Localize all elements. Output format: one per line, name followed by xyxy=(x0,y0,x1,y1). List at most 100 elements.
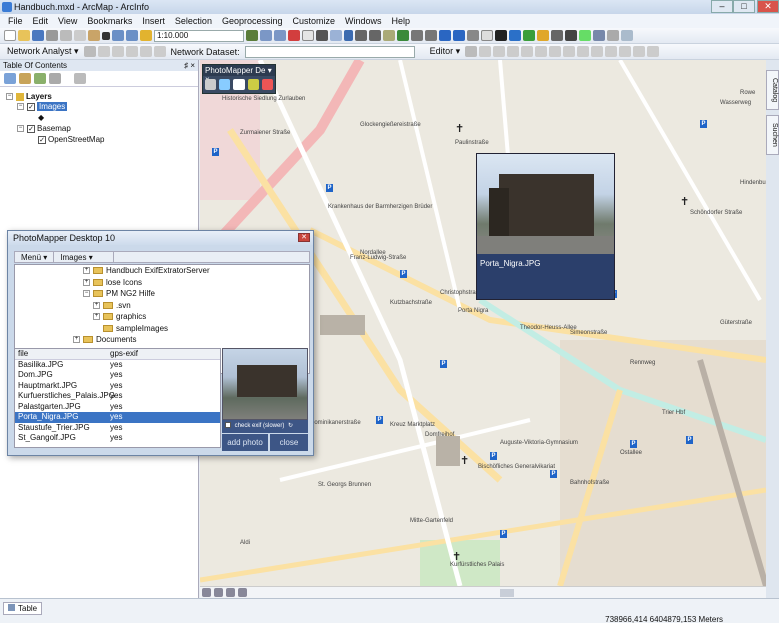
cut-icon[interactable] xyxy=(60,30,72,41)
paste-icon[interactable] xyxy=(88,30,100,41)
menu-bookmarks[interactable]: Bookmarks xyxy=(83,14,138,28)
expand-toggle[interactable]: − xyxy=(83,290,90,298)
fixed-zoom-in-icon[interactable] xyxy=(411,30,423,41)
file-row[interactable]: Hauptmarkt.JPG yes xyxy=(15,381,220,392)
time-slider-icon[interactable] xyxy=(607,30,619,41)
pause-drawing-icon[interactable] xyxy=(238,588,247,597)
dialog-menu-button[interactable]: Menü ▾ xyxy=(15,252,55,262)
expand-toggle[interactable]: + xyxy=(83,267,90,275)
forward-extent-icon[interactable] xyxy=(453,30,465,41)
horizontal-scrollbar-thumb[interactable] xyxy=(500,589,514,597)
dialog-close-icon[interactable]: ✕ xyxy=(298,233,310,242)
menu-view[interactable]: View xyxy=(54,14,83,28)
file-row[interactable]: Basilika.JPG yes xyxy=(15,360,220,371)
folder-item[interactable]: + .svn xyxy=(15,300,309,312)
table-of-contents-icon[interactable] xyxy=(260,30,272,41)
html-popup-icon[interactable] xyxy=(537,30,549,41)
openstreetmap-layer-label[interactable]: OpenStreetMap xyxy=(48,135,104,144)
new-network-analysis-icon[interactable] xyxy=(83,46,96,57)
select-elements-icon[interactable] xyxy=(495,30,507,41)
zoom-in-icon[interactable] xyxy=(355,30,367,41)
folder-item[interactable]: + Documents xyxy=(15,334,309,346)
add-photo-button[interactable]: add photo xyxy=(222,434,268,451)
directions-icon[interactable] xyxy=(153,46,166,57)
basemap-layer-label[interactable]: Basemap xyxy=(37,124,71,133)
help-icon[interactable] xyxy=(344,30,353,41)
hyperlink-icon[interactable] xyxy=(523,30,535,41)
network-analyst-window-icon[interactable] xyxy=(97,46,110,57)
folder-item[interactable]: − PM NG2 Hilfe xyxy=(15,288,309,300)
end-point-arc-icon[interactable] xyxy=(507,46,520,57)
list-by-source-icon[interactable] xyxy=(19,73,31,84)
minimize-button[interactable]: – xyxy=(711,0,733,13)
basemap-visibility-checkbox[interactable]: ✓ xyxy=(27,124,35,133)
menu-windows[interactable]: Windows xyxy=(341,14,388,28)
menu-help[interactable]: Help xyxy=(388,14,417,28)
col-file-header[interactable]: file xyxy=(18,349,110,359)
add-data-icon[interactable] xyxy=(140,30,152,41)
new-document-icon[interactable] xyxy=(4,30,16,41)
expand-toggle[interactable]: + xyxy=(73,336,80,344)
options-icon[interactable] xyxy=(74,73,86,84)
list-by-visibility-icon[interactable] xyxy=(34,73,46,84)
pan-hand-icon[interactable] xyxy=(383,30,395,41)
toc-basemap-node[interactable]: − ✓ Basemap xyxy=(17,124,71,133)
refresh-view-icon[interactable] xyxy=(226,588,235,597)
copy-icon[interactable] xyxy=(74,30,86,41)
table-tab[interactable]: Table xyxy=(3,602,43,615)
photomapper-dock-panel[interactable]: PhotoMapper De ▾ × xyxy=(202,64,276,94)
photomapper-select-icon[interactable] xyxy=(219,79,231,90)
solve-icon[interactable] xyxy=(139,46,152,57)
map-scale-combo[interactable]: 1:10.000 xyxy=(154,29,244,42)
photomapper-kml-icon[interactable] xyxy=(261,79,274,90)
rotate-icon[interactable] xyxy=(605,46,618,57)
undo-icon[interactable] xyxy=(112,30,124,41)
select-features-icon[interactable] xyxy=(467,30,479,41)
create-features-icon[interactable] xyxy=(647,46,660,57)
create-viewer-icon[interactable] xyxy=(621,30,633,41)
python-window-icon[interactable] xyxy=(316,30,328,41)
model-builder-icon[interactable] xyxy=(330,30,342,41)
menu-insert[interactable]: Insert xyxy=(138,14,171,28)
search-tab[interactable]: Suchen xyxy=(766,115,779,155)
sketch-properties-icon[interactable] xyxy=(633,46,646,57)
select-network-location-icon[interactable] xyxy=(125,46,138,57)
edit-annotation-icon[interactable] xyxy=(479,46,492,57)
file-row[interactable]: St_Gangolf.JPG yes xyxy=(15,433,220,444)
file-row[interactable]: Porta_Nigra.JPG yes xyxy=(15,412,220,423)
check-exif-checkbox[interactable] xyxy=(225,422,231,429)
network-analyst-menu[interactable]: Network Analyst ▾ xyxy=(4,46,82,57)
identify-icon[interactable] xyxy=(509,30,521,41)
photo-popup[interactable]: Porta_Nigra.JPG xyxy=(476,153,615,300)
find-binoculars-icon[interactable] xyxy=(565,30,577,41)
editor-toolbar-icon[interactable] xyxy=(246,30,258,41)
dialog-images-dropdown[interactable]: Images ▾ xyxy=(54,252,115,262)
folder-item[interactable]: sampleImages xyxy=(15,323,309,335)
back-extent-icon[interactable] xyxy=(439,30,451,41)
folder-item[interactable]: + Handbuch ExifExtratorServer xyxy=(15,265,309,277)
search-window-icon[interactable] xyxy=(288,30,300,41)
arctoolbox-icon[interactable] xyxy=(302,30,314,41)
images-visibility-checkbox[interactable]: ✓ xyxy=(27,102,35,111)
list-by-drawing-order-icon[interactable] xyxy=(4,73,16,84)
menu-customize[interactable]: Customize xyxy=(289,14,342,28)
folder-item[interactable]: + graphics xyxy=(15,311,309,323)
file-row[interactable]: Kurfuerstliches_Palais.JPG yes xyxy=(15,391,220,402)
go-to-xy-icon[interactable] xyxy=(593,30,605,41)
photomapper-export-icon[interactable] xyxy=(247,79,259,90)
close-window-button[interactable]: ✕ xyxy=(757,0,779,13)
zoom-out-icon[interactable] xyxy=(369,30,381,41)
toc-layers-node[interactable]: − Layers xyxy=(6,92,52,101)
open-folder-icon[interactable] xyxy=(18,30,30,41)
layout-view-icon[interactable] xyxy=(214,588,223,597)
expand-toggle[interactable]: + xyxy=(93,301,100,309)
folder-item[interactable]: + lose Icons xyxy=(15,277,309,289)
file-row[interactable]: Palastgarten.JPG yes xyxy=(15,402,220,413)
catalog-window-icon[interactable] xyxy=(274,30,286,41)
save-icon[interactable] xyxy=(32,30,44,41)
edit-vertices-icon[interactable] xyxy=(549,46,562,57)
menu-edit[interactable]: Edit xyxy=(29,14,55,28)
osm-visibility-checkbox[interactable]: ✓ xyxy=(38,135,46,144)
find-route-icon[interactable] xyxy=(579,30,591,41)
file-row[interactable]: Staustufe_Trier.JPG yes xyxy=(15,423,220,434)
